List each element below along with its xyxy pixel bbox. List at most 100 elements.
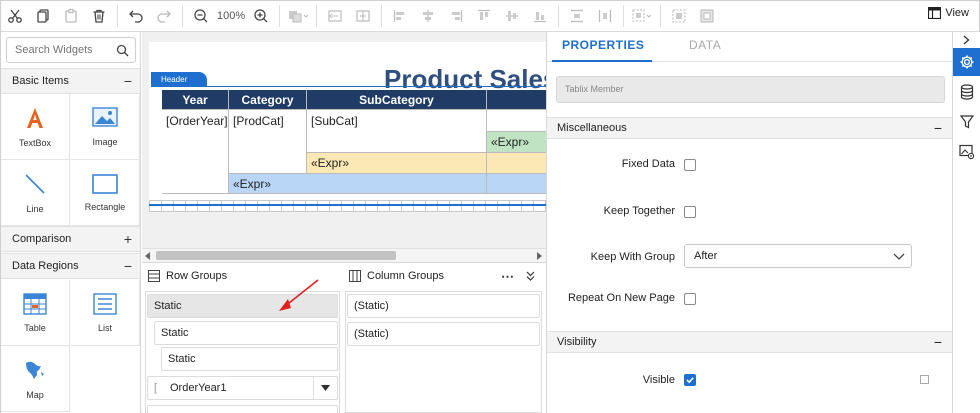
collapse-icon[interactable]: −: [124, 73, 132, 89]
toolbar-separator: [558, 5, 560, 27]
cut-icon[interactable]: [2, 3, 28, 29]
section-title: Data Regions: [12, 260, 79, 272]
expand-icon[interactable]: +: [124, 231, 132, 247]
visible-checkbox[interactable]: [684, 374, 696, 386]
scroll-left-icon[interactable]: [145, 252, 151, 260]
cell-blue-empty[interactable]: [487, 174, 546, 194]
keep-with-group-value: After: [694, 250, 718, 262]
redo-icon[interactable]: [151, 3, 177, 29]
section-miscellaneous[interactable]: Miscellaneous −: [547, 117, 952, 139]
delete-icon[interactable]: [86, 3, 112, 29]
copy-icon[interactable]: [30, 3, 56, 29]
column-header-subcategory[interactable]: SubCategory: [307, 90, 487, 110]
cell-empty[interactable]: [487, 110, 546, 132]
view-icon: [928, 7, 942, 19]
canvas-horizontal-scrollbar[interactable]: [142, 248, 546, 262]
column-header-year[interactable]: Year: [162, 90, 229, 110]
body-band-line: [149, 204, 546, 206]
line-icon: [25, 173, 45, 194]
cell-yellow-empty[interactable]: [487, 153, 546, 174]
column-groups-label: Column Groups: [367, 270, 445, 282]
align-left-icon[interactable]: [387, 3, 413, 29]
design-canvas[interactable]: Product Sales Header Year Category SubCa…: [142, 32, 546, 262]
chevron-right-icon[interactable]: [962, 35, 971, 45]
split-cells-icon[interactable]: [350, 3, 376, 29]
toolbar-separator: [279, 5, 281, 27]
search-input[interactable]: [7, 38, 115, 62]
scrollbar-thumb[interactable]: [156, 251, 396, 260]
column-header-category[interactable]: Category: [229, 90, 307, 110]
row-group-item-partial[interactable]: [147, 405, 338, 413]
more-options-icon[interactable]: ⋯: [501, 269, 515, 285]
row-group-item[interactable]: Static: [154, 321, 338, 345]
tab-data[interactable]: DATA: [689, 38, 721, 52]
column-header-extra[interactable]: [487, 90, 546, 110]
column-group-item[interactable]: (Static): [347, 294, 540, 318]
bring-forward-icon[interactable]: [666, 3, 692, 29]
keep-with-group-select[interactable]: After: [684, 244, 912, 268]
collapse-icon[interactable]: −: [124, 258, 132, 274]
widget-textbox[interactable]: TextBox: [1, 94, 70, 160]
repeat-on-new-page-checkbox[interactable]: [684, 293, 696, 305]
widget-list[interactable]: List: [71, 280, 140, 346]
section-comparison[interactable]: Comparison +: [1, 226, 140, 252]
collapse-panel-icon[interactable]: [526, 271, 535, 281]
header-band-tab[interactable]: Header: [151, 72, 207, 87]
cell-sub-cat[interactable]: [SubCat]: [307, 110, 487, 153]
section-title: Miscellaneous: [557, 122, 627, 134]
align-center-icon[interactable]: [415, 3, 441, 29]
cell-expr-blue[interactable]: «Expr»: [229, 174, 487, 194]
visibility-expression-checkbox[interactable]: [920, 375, 929, 384]
widget-rectangle[interactable]: Rectangle: [71, 160, 140, 226]
align-middle-icon[interactable]: [499, 3, 525, 29]
widget-search[interactable]: [6, 37, 136, 63]
view-button[interactable]: View: [928, 7, 969, 19]
group-dropdown-button[interactable]: [313, 377, 337, 399]
report-designer: 100% View Search Widgets Basic Items − T…: [0, 0, 980, 413]
keep-together-checkbox[interactable]: [684, 206, 696, 218]
section-basic-items[interactable]: Basic Items −: [1, 68, 140, 94]
section-title: Visibility: [557, 336, 597, 348]
data-rail-button[interactable]: [953, 78, 980, 106]
fixed-data-checkbox[interactable]: [684, 159, 696, 171]
distribute-vertical-icon[interactable]: [592, 3, 618, 29]
row-group-item[interactable]: Static: [161, 347, 338, 371]
filter-icon: [960, 115, 974, 129]
distribute-horizontal-icon[interactable]: [564, 3, 590, 29]
widget-image[interactable]: Image: [71, 94, 140, 160]
collapse-icon[interactable]: −: [934, 334, 942, 350]
merge-cells-icon[interactable]: [322, 3, 348, 29]
visible-label: Visible: [642, 374, 675, 386]
cell-expr-green[interactable]: «Expr»: [487, 132, 546, 153]
tab-properties[interactable]: PROPERTIES: [562, 38, 644, 52]
cell-expr-yellow[interactable]: «Expr»: [307, 153, 487, 174]
align-bottom-icon[interactable]: [527, 3, 553, 29]
cell-prod-cat[interactable]: [ProdCat]: [229, 110, 307, 174]
cell-order-year[interactable]: [OrderYear]: [162, 110, 229, 194]
column-group-item[interactable]: (Static): [347, 322, 540, 346]
image-settings-rail-button[interactable]: [953, 138, 980, 166]
scroll-right-icon[interactable]: [536, 252, 542, 260]
search-icon[interactable]: [116, 44, 129, 57]
filter-rail-button[interactable]: [953, 108, 980, 136]
align-right-icon[interactable]: [443, 3, 469, 29]
zoom-in-icon[interactable]: [248, 3, 274, 29]
widget-line[interactable]: Line: [1, 160, 70, 226]
send-backward-icon[interactable]: [694, 3, 720, 29]
select-region-icon[interactable]: [629, 3, 655, 29]
section-visibility[interactable]: Visibility −: [547, 331, 952, 353]
section-data-regions[interactable]: Data Regions −: [1, 253, 140, 279]
view-label: View: [945, 7, 969, 19]
paste-icon[interactable]: [58, 3, 84, 29]
fill-color-icon[interactable]: [285, 3, 311, 29]
row-group-item[interactable]: [ OrderYear1: [147, 376, 338, 400]
widget-map[interactable]: Map: [1, 346, 70, 412]
row-groups-label: Row Groups: [166, 270, 228, 282]
collapse-icon[interactable]: −: [934, 120, 942, 136]
widget-table[interactable]: Table: [1, 280, 70, 346]
undo-icon[interactable]: [123, 3, 149, 29]
repeat-on-new-page-label: Repeat On New Page: [567, 292, 675, 304]
zoom-out-icon[interactable]: [188, 3, 214, 29]
properties-rail-button[interactable]: [953, 48, 980, 76]
align-top-icon[interactable]: [471, 3, 497, 29]
